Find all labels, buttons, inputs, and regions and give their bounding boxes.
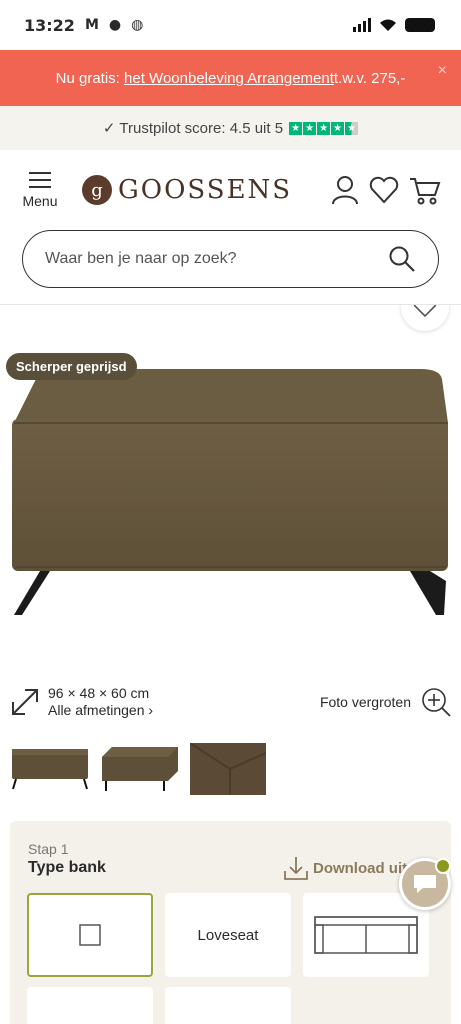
- cart-icon[interactable]: [409, 175, 441, 205]
- facebook-icon: ●: [108, 17, 122, 33]
- thumbnail-2[interactable]: [100, 743, 180, 795]
- gmail-icon: M: [84, 17, 99, 33]
- trustpilot-bar: ✓ Trustpilot score: 4.5 uit 5 ★ ★ ★ ★ ★: [0, 106, 461, 150]
- search-icon[interactable]: [388, 245, 416, 273]
- resize-arrow-icon: [12, 689, 38, 715]
- price-badge: Scherper geprijsd: [6, 353, 137, 380]
- search-placeholder: Waar ben je naar op zoek?: [45, 250, 237, 267]
- option-loveseat[interactable]: Loveseat: [165, 893, 291, 977]
- option-footstool[interactable]: [27, 893, 153, 977]
- battery-icon: [405, 18, 435, 32]
- type-options-row-2: [27, 987, 433, 1024]
- configurator: Stap 1 Type bank Download uitvoeri Loves…: [10, 821, 451, 1024]
- menu-label: Menu: [22, 192, 58, 209]
- wifi-icon: [380, 19, 396, 31]
- thumbnail-1[interactable]: [10, 743, 90, 795]
- account-icon[interactable]: [331, 175, 359, 205]
- footstool-icon: [79, 924, 101, 946]
- zoom-in-icon: [422, 688, 451, 717]
- search-input[interactable]: Waar ben je naar op zoek?: [22, 230, 439, 288]
- star-icon: ★: [331, 121, 345, 135]
- online-indicator: [435, 858, 451, 874]
- signal-icon: [353, 18, 371, 32]
- trustpilot-text: ✓ Trustpilot score: 4.5 uit 5: [102, 120, 284, 137]
- status-bar: 13:22 M ● ◍: [0, 0, 461, 50]
- promo-link[interactable]: het Woonbeleving Arrangement: [124, 70, 334, 87]
- logo[interactable]: g GOOSSENS: [82, 175, 292, 205]
- dimensions-row: 96 × 48 × 60 cm Alle afmetingen › Foto v…: [0, 677, 461, 727]
- heart-icon: [413, 305, 437, 318]
- promo-suffix: t.w.v. 275,-: [333, 69, 406, 87]
- promo-banner: Nu gratis: het Woonbeleving Arrangement …: [0, 50, 461, 106]
- download-icon: [284, 857, 308, 880]
- star-icon: ★: [303, 121, 317, 135]
- star-half-icon: ★: [345, 121, 359, 135]
- chat-button[interactable]: [399, 858, 451, 910]
- status-time: 13:22 M ● ◍: [24, 16, 143, 35]
- star-icon: ★: [317, 121, 331, 135]
- all-dimensions-link[interactable]: Alle afmetingen ›: [48, 702, 153, 719]
- site-header: Menu g GOOSSENS: [0, 150, 461, 230]
- option-loveseat-label: Loveseat: [197, 926, 259, 944]
- type-options: Loveseat: [27, 893, 433, 977]
- chat-icon: [414, 875, 436, 893]
- zoom-button[interactable]: Foto vergroten: [320, 687, 451, 717]
- option-row2-1[interactable]: [27, 987, 153, 1024]
- thumbnail-3[interactable]: [190, 743, 266, 795]
- close-icon[interactable]: ×: [438, 62, 447, 80]
- zoom-label: Foto vergroten: [319, 694, 411, 710]
- promo-prefix: Nu gratis:: [55, 69, 120, 87]
- trustpilot-stars: ★ ★ ★ ★ ★: [289, 121, 359, 135]
- logo-mark: g: [82, 175, 112, 205]
- heart-icon[interactable]: [369, 176, 399, 204]
- product-gallery[interactable]: Scherper geprijsd: [0, 305, 461, 665]
- hamburger-icon: [29, 171, 51, 188]
- app-icon: ◍: [131, 17, 144, 33]
- sofa-icon: [314, 916, 418, 954]
- clock: 13:22: [24, 15, 75, 35]
- logo-text: GOOSSENS: [118, 175, 293, 205]
- dimensions-value: 96 × 48 × 60 cm: [48, 685, 150, 701]
- star-icon: ★: [289, 121, 303, 135]
- option-row2-2[interactable]: [165, 987, 291, 1024]
- thumbnail-strip: [0, 743, 461, 795]
- menu-button[interactable]: Menu: [20, 171, 60, 209]
